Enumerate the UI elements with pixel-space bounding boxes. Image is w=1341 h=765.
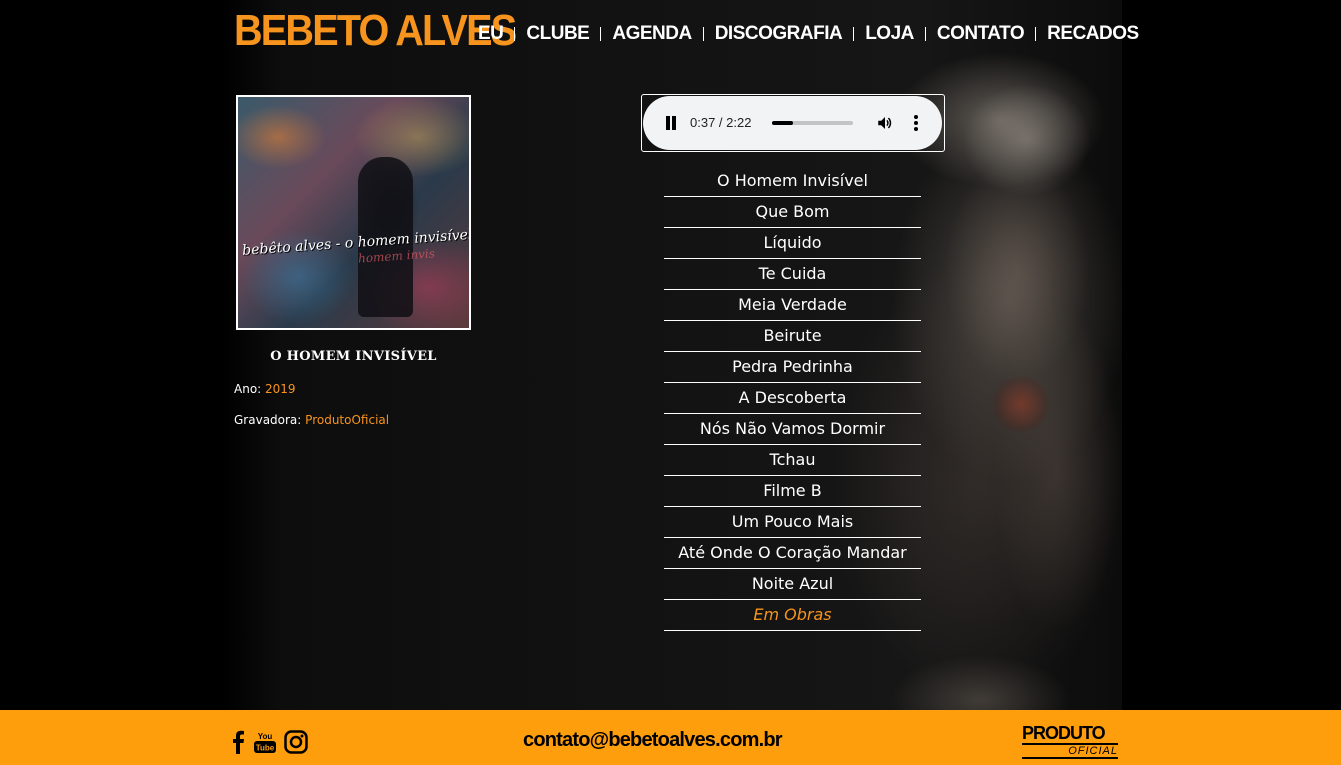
nav-item-agenda[interactable]: AGENDA xyxy=(612,23,692,45)
nav-item-contato[interactable]: CONTATO xyxy=(937,23,1025,45)
nav-item-eu[interactable]: EU xyxy=(478,23,504,45)
youtube-tube-text: Tube xyxy=(256,744,275,753)
track-item[interactable]: Filme B xyxy=(664,476,921,507)
year-label: Ano: xyxy=(234,382,262,396)
more-vert-icon[interactable] xyxy=(909,114,923,132)
track-item[interactable]: Noite Azul xyxy=(664,569,921,600)
track-item[interactable]: Nós Não Vamos Dormir xyxy=(664,414,921,445)
site-logo[interactable]: BEBETO ALVES xyxy=(234,6,517,56)
track-item[interactable]: O Homem Invisível xyxy=(664,166,921,197)
pause-icon[interactable] xyxy=(665,116,677,130)
track-item[interactable]: Pedra Pedrinha xyxy=(664,352,921,383)
player-progress-fill xyxy=(772,121,794,125)
tracklist: O Homem Invisível Que Bom Líquido Te Cuida M… xyxy=(664,166,921,631)
track-item[interactable]: Tchau xyxy=(664,445,921,476)
track-item[interactable]: Beirute xyxy=(664,321,921,352)
nav-item-clube[interactable]: CLUBE xyxy=(526,23,589,45)
produto-logo-line2: OFICIAL xyxy=(1068,745,1118,757)
album-record-label: Gravadora: ProdutoOficial xyxy=(234,413,389,427)
nav-separator xyxy=(702,27,704,41)
nav-separator xyxy=(924,27,926,41)
player-time: 0:37 / 2:22 xyxy=(690,115,752,130)
record-label-label: Gravadora: xyxy=(234,413,302,427)
youtube-icon[interactable]: You Tube xyxy=(254,730,276,754)
nav-separator xyxy=(600,27,602,41)
track-item[interactable]: Até Onde O Coração Mandar xyxy=(664,538,921,569)
track-item[interactable]: Líquido xyxy=(664,228,921,259)
produto-oficial-logo[interactable]: PRODUTO OFICIAL xyxy=(1022,724,1118,760)
artist-silhouette xyxy=(927,70,1127,630)
track-item[interactable]: Que Bom xyxy=(664,197,921,228)
player-progress-slider[interactable] xyxy=(772,121,853,125)
track-item[interactable]: Em Obras xyxy=(664,600,921,631)
track-item[interactable]: Um Pouco Mais xyxy=(664,507,921,538)
album-cover: homem invis bebêto alves - o homem invis… xyxy=(236,95,471,330)
year-value: 2019 xyxy=(265,382,296,396)
main-nav: EU CLUBE AGENDA DISCOGRAFIA LOJA CONTATO… xyxy=(478,20,1139,48)
facebook-icon[interactable] xyxy=(230,730,246,754)
produto-logo-line1: PRODUTO xyxy=(1022,723,1106,743)
nav-item-discografia[interactable]: DISCOGRAFIA xyxy=(715,23,843,45)
contact-email[interactable]: contato@bebetoalves.com.br xyxy=(523,729,783,752)
volume-icon[interactable] xyxy=(876,114,894,132)
nav-item-loja[interactable]: LOJA xyxy=(865,23,914,45)
nav-separator xyxy=(514,27,516,41)
album-year: Ano: 2019 xyxy=(234,382,296,396)
footer: You Tube contato@bebetoalves.com.br PROD… xyxy=(0,710,1341,765)
instagram-icon[interactable] xyxy=(284,730,308,754)
nav-separator xyxy=(1035,27,1037,41)
nav-item-recados[interactable]: RECADOS xyxy=(1047,23,1139,45)
audio-player: 0:37 / 2:22 xyxy=(643,96,942,150)
track-item[interactable]: A Descoberta xyxy=(664,383,921,414)
record-label-value[interactable]: ProdutoOficial xyxy=(305,413,389,427)
shoulder-tattoo xyxy=(992,375,1050,433)
track-item[interactable]: Te Cuida xyxy=(664,259,921,290)
album-title: O HOMEM INVISÍVEL xyxy=(270,349,437,364)
nav-separator xyxy=(853,27,855,41)
social-links: You Tube xyxy=(230,730,316,754)
track-item[interactable]: Meia Verdade xyxy=(664,290,921,321)
youtube-you-text: You xyxy=(258,732,273,741)
